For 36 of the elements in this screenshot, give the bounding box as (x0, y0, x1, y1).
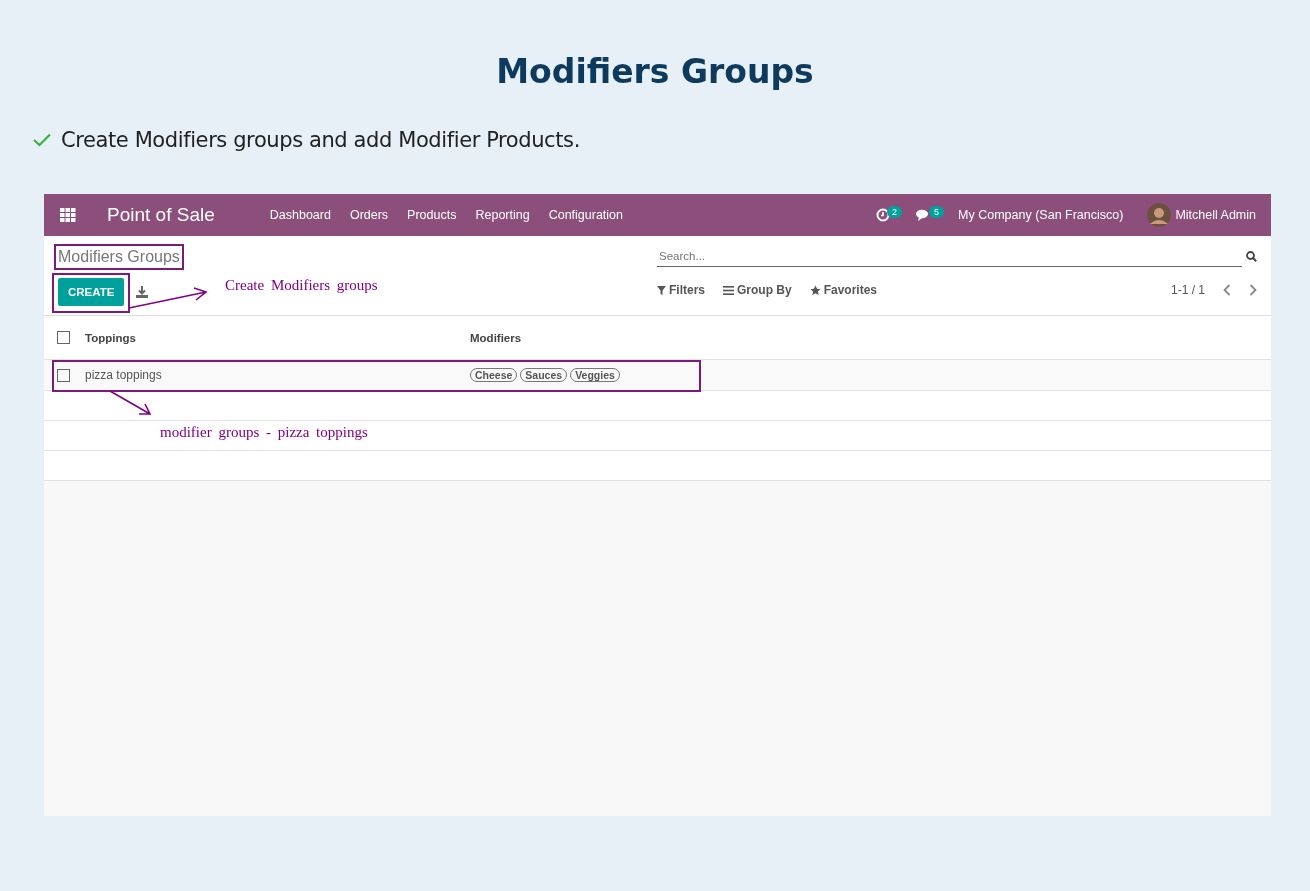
app-name: Point of Sale (107, 204, 215, 226)
clock-icon[interactable] (876, 208, 891, 222)
row-checkbox[interactable] (57, 368, 70, 382)
previous-icon[interactable] (1223, 284, 1231, 296)
create-button[interactable]: CREATE (58, 278, 125, 306)
bullet-text: Create Modifiers groups and add Modifier Products. (61, 128, 580, 152)
avatar-icon[interactable] (1147, 203, 1172, 227)
apps-menu-icon[interactable] (60, 208, 76, 222)
menu-item[interactable]: Orders (349, 208, 389, 222)
star-icon (809, 284, 821, 296)
filter-menu-button[interactable]: Filters (657, 283, 705, 297)
next-icon[interactable] (1249, 284, 1257, 296)
select-all-checkbox[interactable] (57, 331, 70, 344)
download-icon[interactable] (136, 286, 149, 298)
slide-title: Modifiers Groups (495, 51, 815, 93)
menu-item[interactable]: Dashboard (269, 208, 331, 222)
table-cell-text: pizza toppings (85, 368, 163, 382)
user-menu[interactable]: Mitchell Admin (1175, 208, 1256, 222)
annotation-text: Create Modifiers groups (225, 277, 378, 294)
annotation-arrow (109, 390, 153, 418)
menu-item[interactable]: Products (407, 208, 457, 222)
company-switcher[interactable]: My Company (San Francisco) (958, 208, 1124, 222)
filter-menu-button[interactable]: Favorites (809, 283, 878, 297)
menu-item[interactable]: Reporting (475, 208, 530, 222)
list-icon (723, 285, 734, 295)
menu-item[interactable]: Configuration (548, 208, 623, 222)
activity-count: 2 (887, 206, 903, 218)
column-header[interactable]: Toppings (85, 331, 470, 344)
column-header[interactable]: Modifiers (470, 331, 522, 344)
check-icon (33, 133, 51, 147)
filter-menu-button[interactable]: Group By (723, 283, 792, 297)
pager-value: 1-1 / 1 (1170, 283, 1205, 297)
search-field[interactable]: Search... (657, 246, 1242, 267)
search-icon[interactable] (1246, 251, 1257, 262)
message-count: 5 (929, 206, 945, 218)
filter-icon (657, 285, 666, 295)
